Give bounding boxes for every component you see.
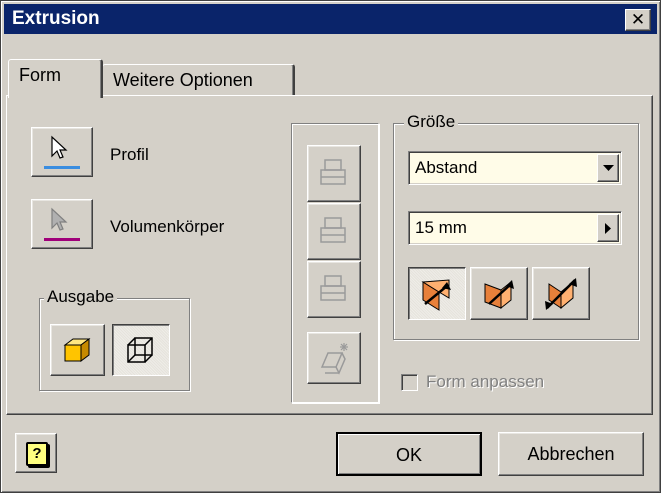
distance-field[interactable]: 15 mm [408,211,622,245]
intersect-icon [320,275,346,301]
close-icon: ✕ [630,10,646,29]
cut-icon [320,217,346,243]
output-surface-button[interactable] [112,324,170,376]
chevron-right-icon [604,222,611,234]
chevron-down-icon [602,164,614,171]
tab-form-label: Form [19,65,61,85]
window-title: Extrusion [12,8,100,29]
intersect-button[interactable] [307,261,361,318]
extent-dropdown[interactable]: Abstand [408,151,622,185]
new-solid-icon [320,343,348,375]
ok-label: OK [395,445,422,465]
join-icon [320,159,346,185]
extent-value: Abstand [415,158,478,177]
distance-menu-button[interactable] [597,214,619,242]
direction-2-button[interactable] [470,267,528,320]
output-group: Ausgabe [39,287,190,391]
cut-button[interactable] [307,203,361,260]
size-group-title: Größe [404,112,459,132]
solid-body-label: Volumenkörper [110,217,225,236]
title-bar[interactable]: Extrusion ✕ [4,4,657,34]
profile-select-button[interactable] [31,127,93,177]
match-shape-label: Form anpassen [426,372,545,391]
match-shape-checkbox[interactable] [401,374,418,391]
cursor-arrow-disabled-icon [44,207,80,241]
profile-label: Profil [110,145,149,164]
close-button[interactable]: ✕ [625,9,651,31]
cancel-button[interactable]: Abbrechen [498,432,644,476]
symmetric-button[interactable] [532,267,590,320]
direction-2-icon [484,280,514,310]
help-icon: ? [26,442,48,466]
surface-output-icon [127,337,153,363]
join-button[interactable] [307,145,361,202]
cursor-arrow-icon [44,135,80,169]
distance-value: 15 mm [415,218,467,237]
extrusion-dialog: Extrusion ✕ Form Weitere Optionen Profil… [0,0,661,493]
tab-weitere-optionen[interactable]: Weitere Optionen [102,64,295,97]
tab-panel-form: Profil Volumenkörper Ausgabe Größe Absta… [6,95,653,415]
solid-body-select-button[interactable] [31,199,93,249]
output-group-title: Ausgabe [44,287,118,307]
symmetric-icon [545,278,577,310]
tab-weitere-optionen-label: Weitere Optionen [113,70,253,90]
direction-1-icon [421,279,451,311]
help-glyph: ? [32,445,42,462]
ok-button[interactable]: OK [336,432,482,476]
cancel-label: Abbrechen [527,444,615,464]
output-solid-button[interactable] [50,324,105,376]
solid-output-icon [63,338,91,362]
operation-panel [291,123,379,403]
tab-form[interactable]: Form [8,59,103,98]
extent-dropdown-button[interactable] [597,154,619,182]
direction-1-button[interactable] [408,267,466,320]
help-button[interactable]: ? [15,433,57,473]
size-group: Größe Abstand 15 mm [393,112,639,340]
new-solid-button[interactable] [307,332,361,384]
